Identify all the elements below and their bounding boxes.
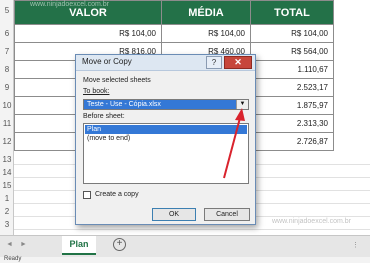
arrow-head (235, 108, 245, 121)
excel-window: 5 6 7 8 9 10 11 12 13 14 15 1 2 3 VALOR … (0, 0, 370, 263)
annotation-arrow-icon (223, 108, 245, 179)
arrow-shaft (223, 117, 241, 179)
